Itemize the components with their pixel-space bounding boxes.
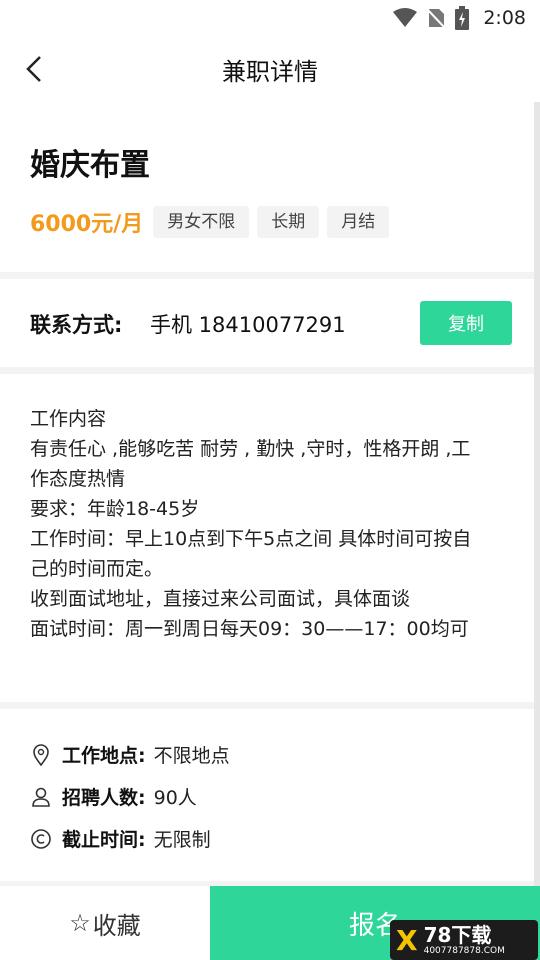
- job-description: 工作内容 有责任心 ,能够吃苦 耐劳 , 勤快 ,守时，性格开朗 ,工 作态度热…: [30, 404, 520, 644]
- page-title: 兼职详情: [222, 57, 318, 86]
- watermark-url: 4007787878.COM: [423, 946, 505, 956]
- description-line: 工作内容: [30, 408, 107, 430]
- chevron-left-icon: [26, 56, 41, 82]
- contact-label: 联系方式:: [30, 313, 123, 337]
- watermark-text: 78下载: [423, 923, 492, 947]
- battery-charging-icon: [455, 6, 470, 30]
- job-meta: 6000元/月 男女不限 长期 月结: [30, 206, 397, 238]
- scrollbar[interactable]: [534, 102, 540, 902]
- favorite-button[interactable]: ☆ 收藏: [0, 886, 210, 960]
- clock-icon: [30, 828, 52, 850]
- job-title-card: 婚庆布置 6000元/月 男女不限 长期 月结: [0, 102, 534, 272]
- job-info-card: 工作地点: 不限地点 招聘人数: 90人 截止时间: 无限制: [0, 709, 534, 881]
- tag-settlement: 月结: [327, 206, 390, 238]
- status-time: 2:08: [483, 7, 526, 29]
- no-sim-icon: [427, 7, 446, 29]
- status-bar: 2:08: [0, 0, 540, 36]
- location-value: 不限地点: [153, 745, 230, 767]
- contact-phone: 手机 18410077291: [150, 313, 346, 337]
- salary: 6000元/月: [30, 212, 144, 237]
- job-description-card: 工作内容 有责任心 ,能够吃苦 耐劳 , 勤快 ,守时，性格开朗 ,工 作态度热…: [0, 374, 534, 702]
- headcount-label: 招聘人数:: [62, 787, 146, 809]
- deadline-label: 截止时间:: [62, 829, 146, 851]
- favorite-label: 收藏: [92, 912, 141, 940]
- star-icon: ☆: [69, 909, 91, 937]
- watermark-logo: X 78下载 4007787878.COM: [390, 920, 538, 960]
- wifi-icon: [393, 8, 418, 28]
- person-icon: [30, 786, 52, 808]
- description-line: 收到面试地址，直接过来公司面试，具体面谈: [30, 588, 411, 610]
- description-line: 要求：年龄18-45岁: [30, 498, 200, 520]
- back-button[interactable]: [14, 49, 54, 89]
- info-row-deadline: 截止时间: 无限制: [30, 825, 211, 852]
- tag-duration: 长期: [257, 206, 320, 238]
- info-row-headcount: 招聘人数: 90人: [30, 783, 197, 810]
- headcount-value: 90人: [153, 787, 197, 809]
- location-pin-icon: [30, 743, 52, 766]
- watermark-x-icon: X: [396, 923, 418, 957]
- contact-card: 联系方式: 手机 18410077291 复制: [0, 279, 534, 367]
- description-line: 作态度热情: [30, 468, 126, 490]
- description-line: 工作时间：早上10点到下午5点之间 具体时间可按自: [30, 528, 472, 550]
- description-line: 己的时间而定。: [30, 558, 164, 580]
- deadline-value: 无限制: [153, 829, 211, 851]
- header: 兼职详情: [0, 36, 540, 102]
- info-row-location: 工作地点: 不限地点: [30, 741, 230, 768]
- copy-button[interactable]: 复制: [420, 301, 512, 345]
- description-line: 面试时间：周一到周日每天09：30——17：00均可: [30, 618, 469, 640]
- location-label: 工作地点:: [62, 745, 146, 767]
- job-title: 婚庆布置: [30, 148, 150, 183]
- description-line: 有责任心 ,能够吃苦 耐劳 , 勤快 ,守时，性格开朗 ,工: [30, 438, 471, 460]
- tag-gender: 男女不限: [153, 206, 250, 238]
